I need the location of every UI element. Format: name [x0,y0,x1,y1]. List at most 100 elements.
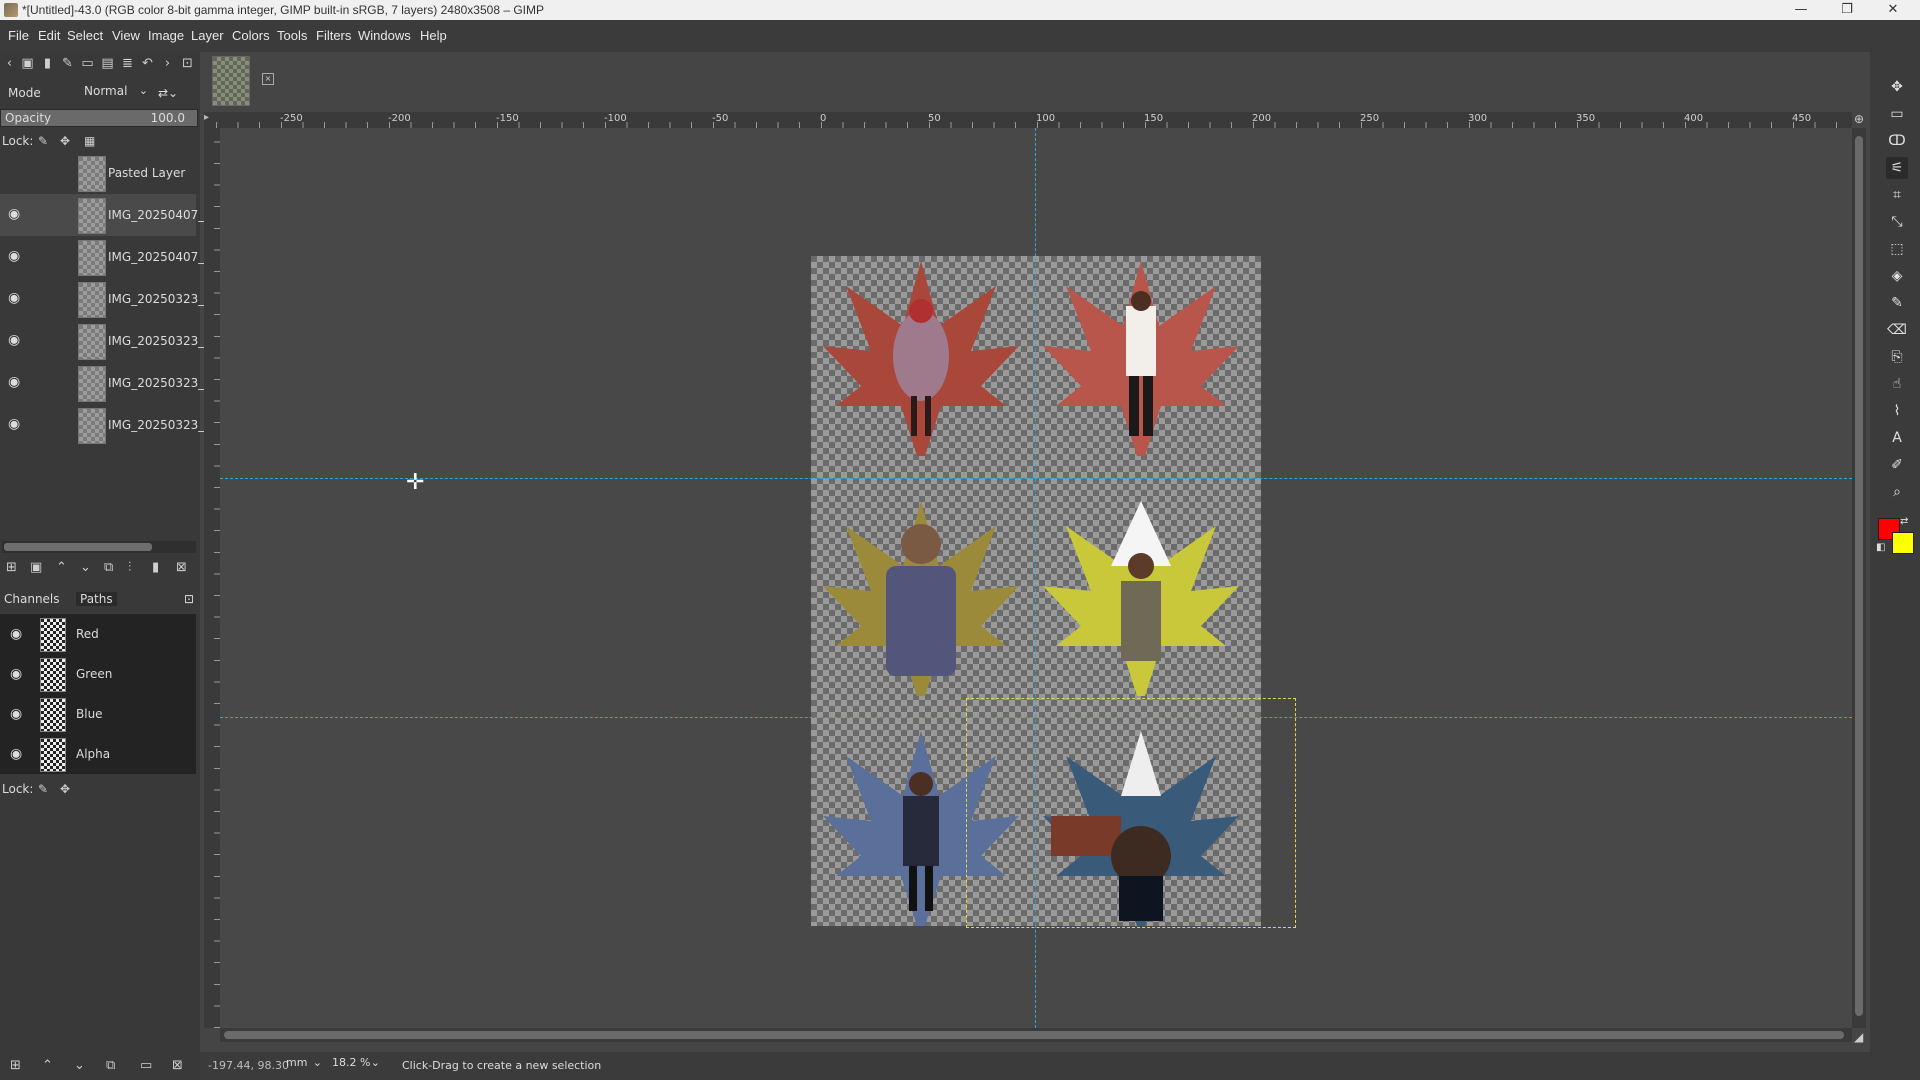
bucket-fill-icon[interactable]: ◈ [1886,265,1908,287]
channel-to-selection-icon[interactable]: ▭ [140,1058,152,1073]
fuzzy-select-icon[interactable]: ⚟ [1886,157,1908,179]
opacity-slider[interactable]: Opacity 100.0 [0,109,198,127]
channel-row-green[interactable]: ◉ Green [0,654,196,694]
menu-filters[interactable]: Filters [316,28,351,43]
raise-layer-icon[interactable]: ⌃ [56,560,67,575]
smudge-icon[interactable]: ☝ [1886,373,1908,395]
lower-channel-icon[interactable]: ⌄ [74,1058,85,1073]
layers-scrollbar[interactable] [2,541,196,553]
layers-icon[interactable]: ≣ [120,56,135,71]
brushes-icon[interactable]: ▮ [40,56,55,71]
zoom-select[interactable]: 18.2 % ⌄ [332,1056,380,1074]
clone-icon[interactable]: ⎘ [1886,346,1908,368]
transform-icon[interactable]: ⬚ [1886,238,1908,260]
images-icon[interactable]: ▭ [80,56,95,71]
menu-help[interactable]: Help [420,28,447,43]
menu-edit[interactable]: Edit [38,28,60,43]
new-layer-icon[interactable]: ⊞ [6,560,17,575]
lock-alpha-icon[interactable]: ▦ [84,134,95,148]
rect-select-icon[interactable]: ▭ [1886,103,1908,125]
paths-icon[interactable]: ⌇ [1886,400,1908,422]
canvas-horizontal-scrollbar[interactable] [220,1028,1852,1042]
navigate-icon[interactable]: ◢ [1854,1030,1863,1044]
zoom-icon[interactable]: ⌕ [1886,481,1908,503]
undo-history-icon[interactable]: ↶ [140,56,155,71]
panel-menu-icon[interactable]: ⊡ [184,592,194,606]
chevron-left-icon[interactable]: ‹ [2,56,17,71]
floating-selection[interactable] [966,698,1296,928]
eye-icon[interactable]: ◉ [8,416,20,432]
guide-horizontal-1[interactable] [220,478,1852,479]
document-icon[interactable]: ▤ [100,56,115,71]
paint-icon[interactable]: ✎ [60,56,75,71]
eye-icon[interactable]: ◉ [10,626,22,642]
canvas-vertical-scrollbar[interactable] [1852,128,1866,1028]
merge-layer-icon[interactable]: ⫶ [128,560,131,575]
text-icon[interactable]: A [1886,427,1908,449]
tab-paths[interactable]: Paths [76,592,117,606]
horizontal-ruler[interactable] [216,112,1852,128]
channel-lock-position-icon[interactable]: ✥ [60,782,70,796]
close-button[interactable]: ✕ [1870,0,1916,20]
menu-colors[interactable]: Colors [232,28,270,43]
move-icon[interactable]: ✥ [1886,76,1908,98]
layer-row[interactable]: ◉ IMG_20250323_ [0,278,204,320]
channel-lock-pixels-icon[interactable]: ✎ [38,782,48,796]
eye-icon[interactable]: ◉ [8,248,20,264]
swap-colors-icon[interactable]: ⇄ [1900,516,1908,527]
layer-row[interactable]: ◉ IMG_20250407_ [0,236,204,278]
new-channel-icon[interactable]: ⊞ [10,1058,21,1073]
eye-icon[interactable]: ◉ [8,206,20,222]
image-tab-thumbnail[interactable] [212,56,250,106]
chevron-right-icon[interactable]: › [160,56,175,71]
layer-row[interactable]: Pasted Layer [0,152,196,194]
mask-icon[interactable]: ▮ [152,560,159,575]
channel-row-blue[interactable]: ◉ Blue [0,694,196,734]
dock-menu-icon[interactable]: ⊡ [180,56,195,71]
close-image-icon[interactable]: × [262,73,274,85]
eye-icon[interactable]: ◉ [8,332,20,348]
layer-row[interactable]: ◉ IMG_20250323_ [0,404,204,446]
layer-row[interactable]: ◉ IMG_20250323_ [0,320,204,362]
lower-layer-icon[interactable]: ⌄ [80,560,91,575]
color-picker-icon[interactable]: ✐ [1886,454,1908,476]
paintbrush-icon[interactable]: ✎ [1886,292,1908,314]
ruler-corner[interactable]: ▸ [204,112,216,128]
menu-view[interactable]: View [112,28,140,43]
eraser-icon[interactable]: ⌫ [1886,319,1908,341]
tab-channels[interactable]: Channels [4,592,60,606]
new-group-icon[interactable]: ▣ [30,560,42,575]
menu-file[interactable]: File [8,28,29,43]
menu-windows[interactable]: Windows [358,28,411,43]
lock-position-icon[interactable]: ✥ [60,134,70,148]
maximize-button[interactable]: ❐ [1824,0,1870,20]
crop-icon[interactable]: ⌗ [1886,184,1908,206]
scale-icon[interactable]: ⤡ [1886,211,1908,233]
minimize-button[interactable]: — [1778,0,1824,20]
channel-row-red[interactable]: ◉ Red [0,614,196,654]
menu-tools[interactable]: Tools [277,28,307,43]
layer-row[interactable]: ◉ IMG_20250323_ [0,362,204,404]
tool-options-icon[interactable]: ▣ [20,56,35,71]
delete-layer-icon[interactable]: ⊠ [176,560,187,575]
menu-select[interactable]: Select [67,28,103,43]
menu-image[interactable]: Image [148,28,184,43]
eye-icon[interactable]: ◉ [8,290,20,306]
duplicate-channel-icon[interactable]: ⧉ [106,1058,115,1073]
unit-select[interactable]: mm ⌄ [286,1056,322,1074]
eye-icon[interactable]: ◉ [10,666,22,682]
eye-icon[interactable]: ◉ [10,746,22,762]
raise-channel-icon[interactable]: ⌃ [42,1058,53,1073]
delete-channel-icon[interactable]: ⊠ [172,1058,183,1073]
channel-row-alpha[interactable]: ◉ Alpha [0,734,196,774]
mode-switch-icon[interactable]: ⇄⌄ [158,86,178,100]
eye-icon[interactable]: ◉ [8,374,20,390]
eye-icon[interactable]: ◉ [10,706,22,722]
background-color-swatch[interactable] [1892,532,1914,554]
zoom-fit-icon[interactable]: ⊕ [1854,112,1864,126]
menu-layer[interactable]: Layer [191,28,224,43]
mode-select[interactable]: Normal ⌄ [84,84,148,102]
lasso-icon[interactable]: ↀ [1886,130,1908,152]
layer-row[interactable]: ◉ IMG_20250407_ [0,194,204,236]
vertical-ruler[interactable] [204,128,220,1028]
